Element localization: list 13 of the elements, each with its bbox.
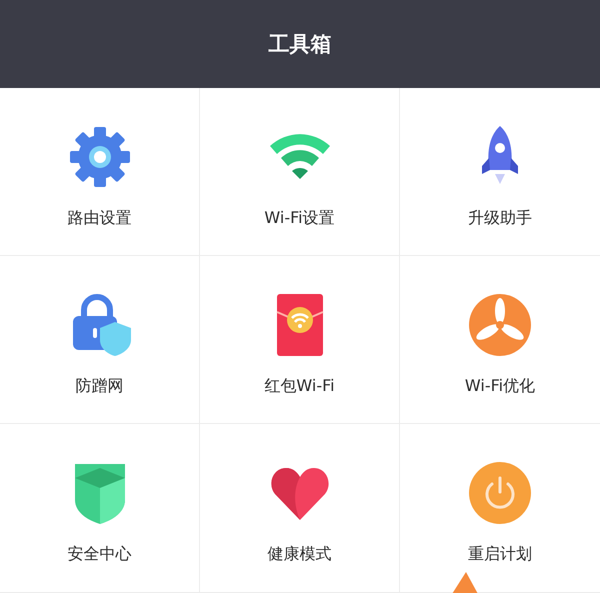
tool-tile[interactable]: Wi-Fi设置 bbox=[200, 88, 400, 256]
tool-tile[interactable]: 红包Wi-Fi bbox=[200, 256, 400, 424]
tool-tile[interactable]: 升级助手 bbox=[400, 88, 600, 256]
tool-tile[interactable]: 路由设置 bbox=[0, 88, 200, 256]
fan-icon bbox=[467, 292, 533, 358]
tool-tile[interactable]: 健康模式 bbox=[200, 424, 400, 593]
tool-tile[interactable]: 重启计划 bbox=[400, 424, 600, 593]
tool-tile[interactable]: Wi-Fi优化 bbox=[400, 256, 600, 424]
page-title: 工具箱 bbox=[268, 31, 332, 58]
tool-tile[interactable]: 防蹭网 bbox=[0, 256, 200, 424]
tool-tile[interactable]: 安全中心 bbox=[0, 424, 200, 593]
power-icon bbox=[467, 460, 533, 526]
pointer-icon bbox=[452, 572, 478, 593]
